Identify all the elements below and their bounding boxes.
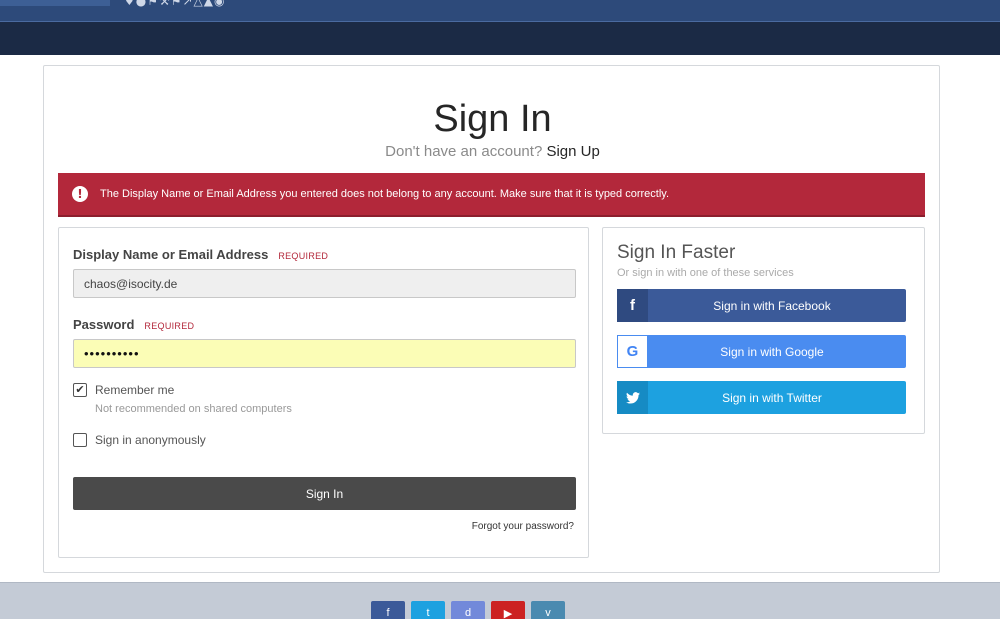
anonymous-label[interactable]: Sign in anonymously <box>95 433 206 447</box>
footer-facebook-icon[interactable]: f <box>371 601 405 619</box>
faster-title: Sign In Faster <box>617 242 736 263</box>
footer-vimeo-icon[interactable]: v <box>531 601 565 619</box>
password-field[interactable]: •••••••••• <box>73 339 576 368</box>
google-sign-in-button[interactable]: G Sign in with Google <box>617 335 906 368</box>
page-title: Sign In <box>433 98 552 140</box>
sign-up-link[interactable]: Sign Up <box>546 143 599 160</box>
sign-in-form: Display Name or Email Address REQUIRED ch… <box>58 227 589 558</box>
navigation-bar <box>0 22 1000 55</box>
remember-me-hint: Not recommended on shared computers <box>95 403 292 415</box>
signup-prompt-text: Don't have an account? <box>385 143 543 160</box>
twitter-icon <box>617 381 648 414</box>
email-label-text: Display Name or Email Address <box>73 247 269 262</box>
footer-twitter-icon[interactable]: t <box>411 601 445 619</box>
error-message: The Display Name or Email Address you en… <box>100 188 670 200</box>
password-required-badge: REQUIRED <box>144 321 195 331</box>
twitter-sign-in-button[interactable]: Sign in with Twitter <box>617 381 906 414</box>
top-header: ♦●⚑⚒⚑↗△▲◉ <box>0 0 1000 22</box>
header-icons: ♦●⚑⚒⚑↗△▲◉ <box>124 0 226 8</box>
checkmark-icon: ✔ <box>75 383 85 396</box>
sign-in-button[interactable]: Sign In <box>73 477 576 510</box>
remember-me-label[interactable]: Remember me <box>95 383 174 397</box>
email-required-badge: REQUIRED <box>278 251 329 261</box>
facebook-label: Sign in with Facebook <box>713 298 831 313</box>
anonymous-checkbox[interactable] <box>73 433 87 447</box>
error-alert: ! The Display Name or Email Address you … <box>58 173 925 217</box>
email-field[interactable]: chaos@isocity.de <box>73 269 576 298</box>
sign-in-card: Sign In Don't have an account? Sign Up !… <box>43 65 940 573</box>
password-label: Password REQUIRED <box>73 317 194 332</box>
forgot-password-link[interactable]: Forgot your password? <box>472 521 574 532</box>
site-logo[interactable] <box>0 0 110 6</box>
signup-prompt: Don't have an account? Sign Up <box>44 143 941 160</box>
footer-youtube-icon[interactable]: ▶ <box>491 601 525 619</box>
password-label-text: Password <box>73 317 135 332</box>
footer: f t d ▶ v <box>0 582 1000 619</box>
google-icon: G <box>617 335 648 368</box>
google-label: Sign in with Google <box>720 344 824 359</box>
facebook-sign-in-button[interactable]: f Sign in with Facebook <box>617 289 906 322</box>
footer-discord-icon[interactable]: d <box>451 601 485 619</box>
twitter-label: Sign in with Twitter <box>722 390 822 405</box>
email-label: Display Name or Email Address REQUIRED <box>73 247 328 262</box>
page-content: Sign In Don't have an account? Sign Up !… <box>0 55 1000 582</box>
alert-icon: ! <box>72 186 88 202</box>
sign-in-faster-panel: Sign In Faster Or sign in with one of th… <box>602 227 925 434</box>
faster-subtitle: Or sign in with one of these services <box>617 267 794 279</box>
remember-me-checkbox[interactable]: ✔ <box>73 383 87 397</box>
facebook-icon: f <box>617 289 648 322</box>
